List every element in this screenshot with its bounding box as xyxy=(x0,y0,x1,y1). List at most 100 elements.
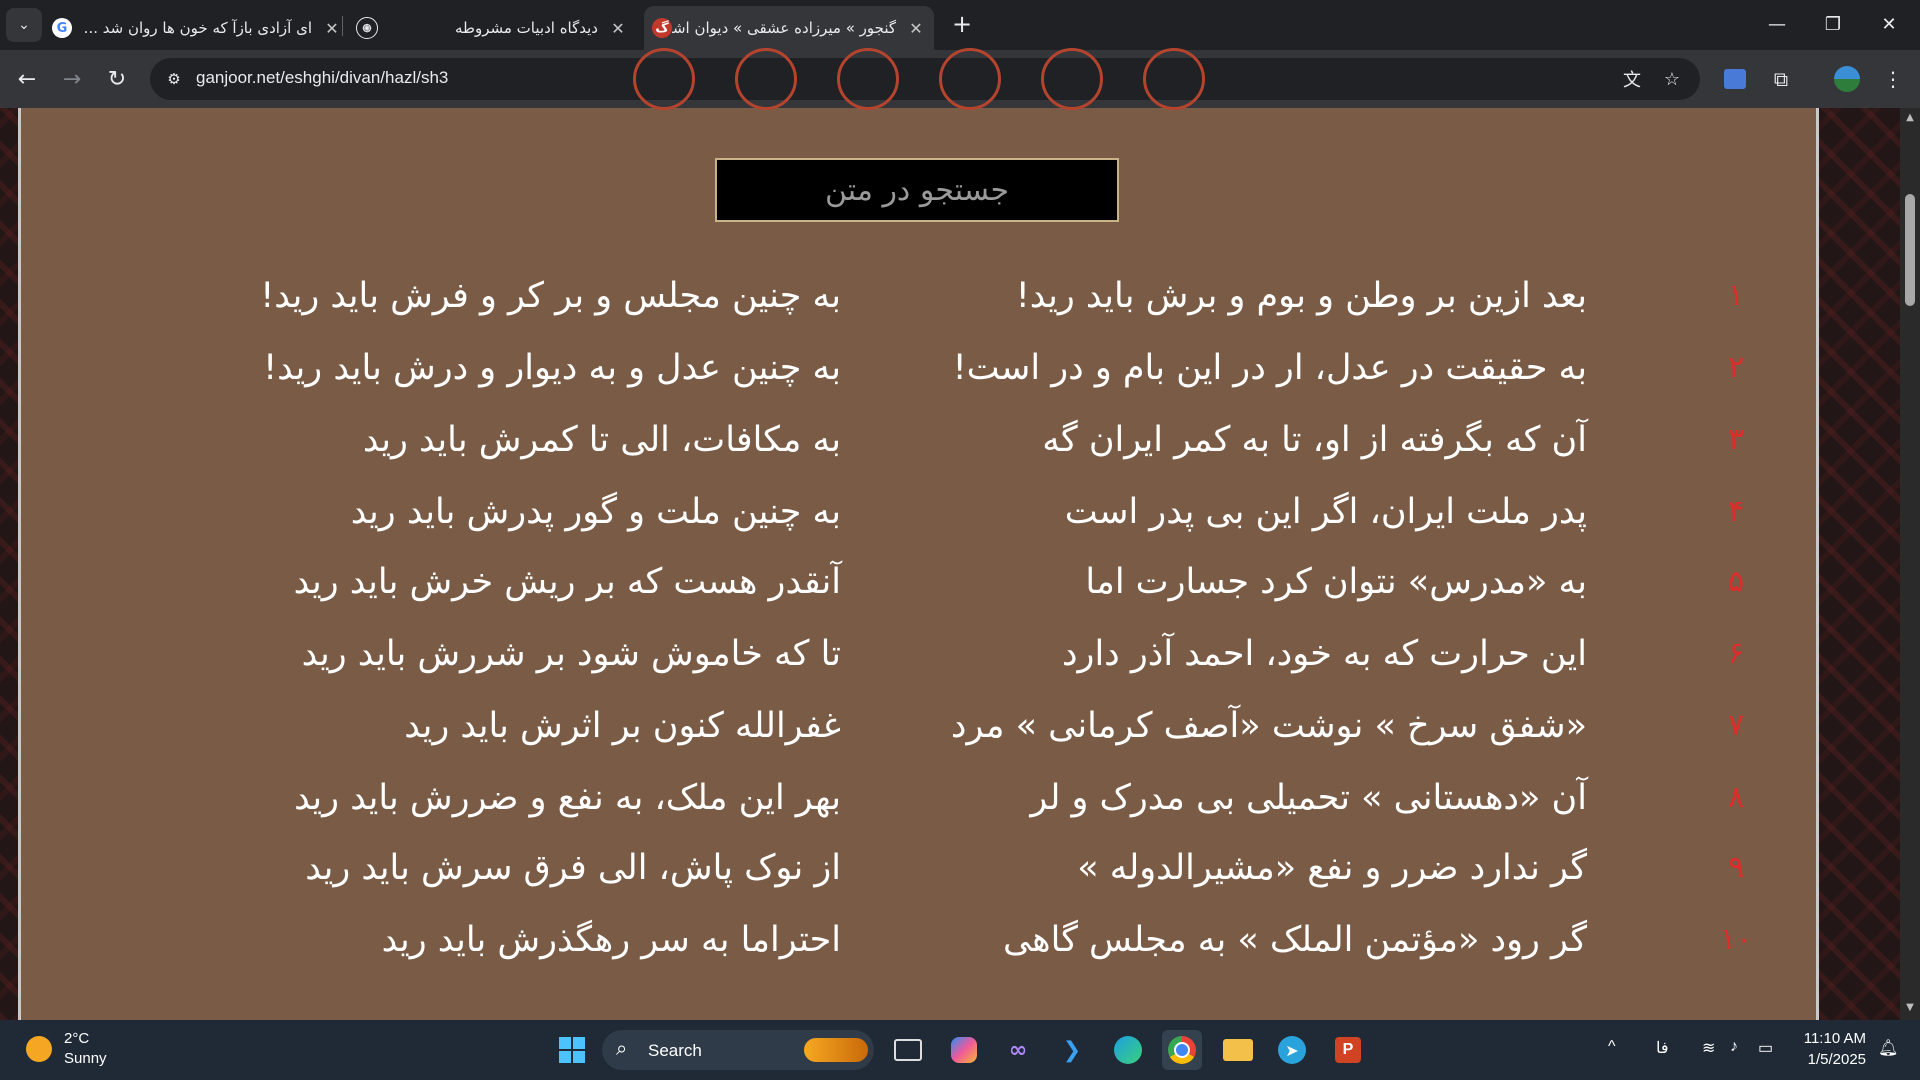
verse-first-hemistich: آن «دهستانی » تحمیلی بی مدرک و لر xyxy=(1030,778,1587,818)
search-icon: ⌕ xyxy=(616,1038,628,1060)
verse-second-hemistich: غفرالله کنون بر اثرش باید رید xyxy=(404,706,841,746)
bookmark-star-icon[interactable]: ☆ xyxy=(1660,67,1684,91)
decorative-circle xyxy=(939,48,1001,110)
close-icon[interactable]: ✕ xyxy=(322,19,342,38)
verse-first-hemistich: این حرارت که به خود، احمد آذر دارد xyxy=(1061,634,1587,674)
verse-second-hemistich: احتراما به سر رهگذرش باید رید xyxy=(381,920,841,960)
verse-first-hemistich: گر ندارد ضرر و نفع «مشیرالدوله » xyxy=(1077,848,1587,888)
url-text: ganjoor.net/eshghi/divan/hazl/sh3 xyxy=(196,68,449,87)
verse-second-hemistich: بهر این ملک، به نفع و ضررش باید رید xyxy=(294,778,841,818)
minimize-button[interactable]: — xyxy=(1750,0,1804,48)
input-language-indicator[interactable]: فا xyxy=(1656,1038,1669,1058)
clock-date: 1/5/2025 xyxy=(1807,1051,1866,1068)
verse-number: ۷ xyxy=(1727,708,1745,743)
verse-second-hemistich: به مکافات، الی تا کمرش باید رید xyxy=(362,420,841,460)
decorative-circle xyxy=(837,48,899,110)
battery-icon[interactable]: ▭ xyxy=(1758,1038,1773,1058)
verse-number: ۲ xyxy=(1727,350,1745,385)
scrollbar-thumb[interactable] xyxy=(1905,194,1915,306)
verse-first-hemistich: آن که بگرفته از او، تا به کمر ایران گه xyxy=(1042,420,1587,460)
decorative-circle xyxy=(735,48,797,110)
new-tab-button[interactable]: + xyxy=(948,10,976,38)
scroll-down-arrow-icon[interactable]: ▼ xyxy=(1900,1002,1920,1016)
decorative-circle xyxy=(1143,48,1205,110)
visual-studio-icon[interactable]: ∞ xyxy=(998,1030,1038,1070)
restore-button[interactable]: ❐ xyxy=(1806,0,1860,48)
close-icon[interactable]: ✕ xyxy=(608,19,628,38)
powerpoint-icon[interactable]: P xyxy=(1328,1030,1368,1070)
google-icon: G xyxy=(52,18,72,38)
verse-second-hemistich: به چنین ملت و گور پدرش باید رید xyxy=(350,492,841,532)
search-label: Search xyxy=(648,1041,702,1060)
verse-row: ۳ آن که بگرفته از او، تا به کمر ایران گه… xyxy=(21,410,1816,470)
menu-icon[interactable]: ⋮ xyxy=(1876,62,1910,96)
google-translate-extension-icon[interactable] xyxy=(1718,62,1752,96)
vscode-icon[interactable]: ❯ xyxy=(1052,1030,1092,1070)
poem-panel: جستجو در متن ۱ بعد ازین بر وطن و بوم و ب… xyxy=(18,48,1819,1020)
verse-number: ۵ xyxy=(1727,564,1745,599)
site-info-icon[interactable]: ⚙ xyxy=(162,67,186,91)
tab-2[interactable]: ֍ دیدگاه ادبیات مشروطه ✕ xyxy=(356,6,628,50)
tab-1[interactable]: G ای آزادی بازآ که خون ها روان شد ... ✕ xyxy=(52,6,342,50)
verse-first-hemistich: «شفق سرخ » نوشت «آصف کرمانی » مرد xyxy=(950,706,1587,746)
task-view-icon[interactable] xyxy=(888,1030,928,1070)
edge-icon[interactable] xyxy=(1108,1030,1148,1070)
decorative-circle xyxy=(1041,48,1103,110)
start-button[interactable] xyxy=(552,1030,592,1070)
back-button[interactable]: ← xyxy=(10,62,44,96)
verse-number: ۶ xyxy=(1727,636,1745,671)
verse-second-hemistich: از نوک پاش، الی فرق سرش باید رید xyxy=(305,848,841,888)
notification-bell-icon[interactable]: 🔔︎ xyxy=(1878,1038,1898,1058)
close-window-button[interactable]: ✕ xyxy=(1862,0,1916,48)
verse-row: ۷ «شفق سرخ » نوشت «آصف کرمانی » مرد غفرا… xyxy=(21,696,1816,756)
page-scrollbar[interactable]: ▲ ▼ xyxy=(1900,108,1920,1020)
wifi-icon[interactable]: ≋ xyxy=(1702,1038,1715,1058)
verse-row: ۵ به «مدرس» نتوان کرد جسارت اما آنقدر هس… xyxy=(21,552,1816,612)
verse-first-hemistich: به حقیقت در عدل، ار در این بام و در است! xyxy=(952,348,1587,388)
translate-icon[interactable]: 文 xyxy=(1620,67,1644,91)
tab-search-button[interactable]: ⌄ xyxy=(6,8,42,42)
copilot-icon[interactable] xyxy=(944,1030,984,1070)
decorative-circle xyxy=(633,48,695,110)
taskbar-search[interactable]: ⌕ Search xyxy=(602,1030,874,1070)
file-explorer-icon[interactable] xyxy=(1218,1030,1258,1070)
verse-number: ۹ xyxy=(1727,850,1745,885)
verse-number: ۳ xyxy=(1727,422,1745,457)
scroll-up-arrow-icon[interactable]: ▲ xyxy=(1900,112,1920,126)
tab-separator xyxy=(342,16,343,36)
tab-3-active[interactable]: گ گنجور » میرزاده عشقی » دیوان اشعار ✕ xyxy=(644,6,934,50)
taskbar: 2°C Sunny ⌕ Search ∞ ❯ ➤ P ^ فا ≋ ♪ ▭ 11… xyxy=(0,1020,1920,1080)
tab-title: گنجور » میرزاده عشقی » دیوان اشعار xyxy=(672,19,896,37)
chrome-icon[interactable] xyxy=(1162,1030,1202,1070)
extensions-icon[interactable]: ⧉ xyxy=(1764,62,1798,96)
forward-button[interactable]: → xyxy=(55,62,89,96)
volume-icon[interactable]: ♪ xyxy=(1730,1038,1738,1056)
weather-condition: Sunny xyxy=(64,1050,107,1067)
ganjoor-icon: گ xyxy=(652,18,672,38)
show-hidden-icons-chevron-icon[interactable]: ^ xyxy=(1608,1038,1616,1056)
verse-second-hemistich: به چنین مجلس و بر کر و فرش باید رید! xyxy=(260,276,841,316)
verse-number: ۱ xyxy=(1727,278,1745,313)
search-in-text-button[interactable]: جستجو در متن xyxy=(715,158,1119,222)
verse-row: ۶ این حرارت که به خود، احمد آذر دارد تا … xyxy=(21,624,1816,684)
verse-row: ۲ به حقیقت در عدل، ار در این بام و در اس… xyxy=(21,338,1816,398)
verse-row: ۱۰ گر رود «مؤتمن الملک » به مجلس گاهی اح… xyxy=(21,910,1816,970)
verse-second-hemistich: آنقدر هست که بر ریش خرش باید رید xyxy=(293,562,841,602)
verse-row: ۴ پدر ملت ایران، اگر این بی پدر است به چ… xyxy=(21,482,1816,542)
verse-number: ۱۰ xyxy=(1719,922,1753,957)
reload-button[interactable]: ↻ xyxy=(100,62,134,96)
address-bar[interactable]: ⚙ ganjoor.net/eshghi/divan/hazl/sh3 文 ☆ xyxy=(150,58,1700,100)
verse-row: ۸ آن «دهستانی » تحمیلی بی مدرک و لر بهر … xyxy=(21,768,1816,828)
clock-time: 11:10 AM xyxy=(1803,1030,1866,1047)
tab-title: دیدگاه ادبیات مشروطه xyxy=(455,19,598,37)
profile-avatar[interactable] xyxy=(1830,62,1864,96)
verse-first-hemistich: گر رود «مؤتمن الملک » به مجلس گاهی xyxy=(1002,920,1587,960)
telegram-icon[interactable]: ➤ xyxy=(1272,1030,1312,1070)
verse-number: ۴ xyxy=(1727,494,1745,529)
verse-row: ۱ بعد ازین بر وطن و بوم و برش باید رید! … xyxy=(21,266,1816,326)
verse-first-hemistich: پدر ملت ایران، اگر این بی پدر است xyxy=(1064,492,1587,532)
verse-row: ۹ گر ندارد ضرر و نفع «مشیرالدوله » از نو… xyxy=(21,838,1816,898)
close-icon[interactable]: ✕ xyxy=(906,19,926,38)
verse-number: ۸ xyxy=(1727,780,1745,815)
tab-title: ای آزادی بازآ که خون ها روان شد ... xyxy=(83,19,312,37)
